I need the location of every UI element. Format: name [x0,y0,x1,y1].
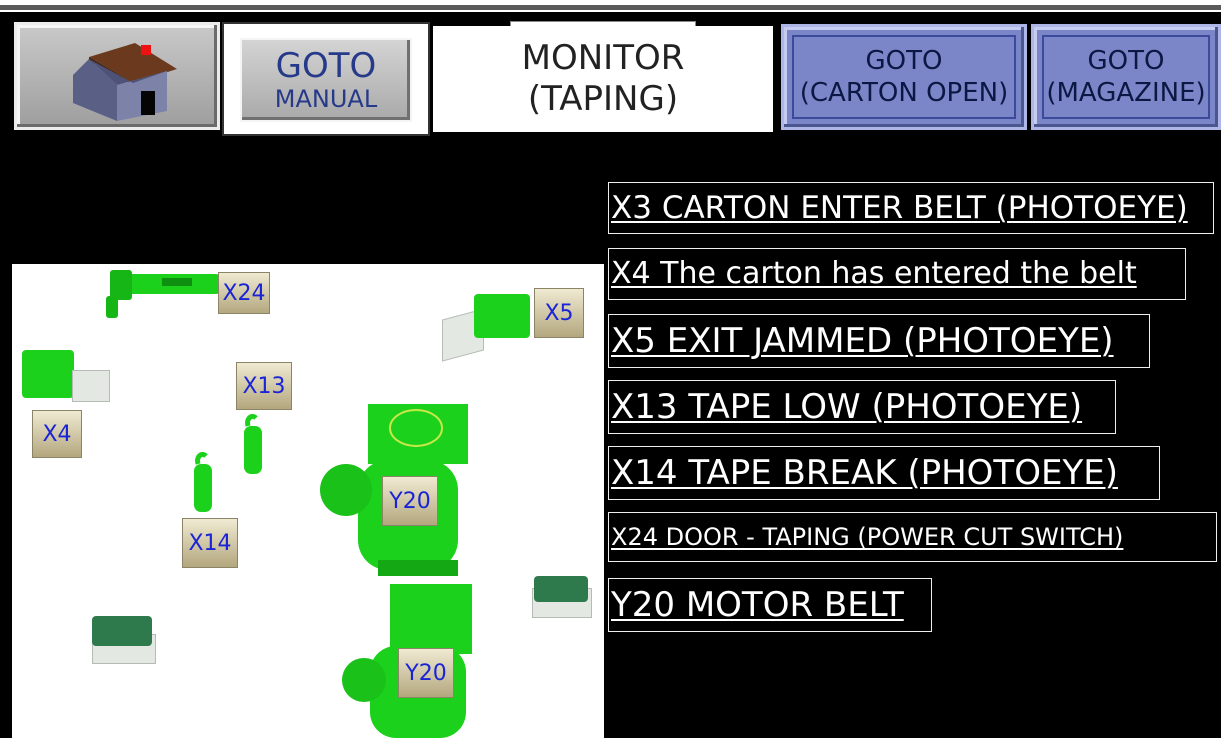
sensor-x14 [194,452,212,512]
tag-x24: X24 [218,272,270,314]
top-strip [0,0,1221,12]
tag-x5: X5 [534,288,584,338]
button-frame [1042,35,1210,119]
tag-y20-top: Y20 [382,476,438,526]
goto-manual-button[interactable]: GOTO MANUAL [222,22,430,136]
page-title: MONITOR (TAPING) [433,26,773,132]
goto-carton-open-button[interactable]: GOTO (CARTON OPEN) [781,24,1027,130]
machine-diagram: X24 X5 X4 X13 X14 Y20 Y20 [12,264,604,738]
goto-manual-line2: MANUAL [274,85,378,113]
sensor-bottom-left [92,616,152,646]
goto-magazine-button[interactable]: GOTO (MAGAZINE) [1031,24,1221,130]
io-row-y20[interactable]: Y20 MOTOR BELT [608,578,932,632]
goto-manual-line1: GOTO [275,46,377,86]
tag-x13: X13 [236,362,292,410]
io-row-x13[interactable]: X13 TAPE LOW (PHOTOEYE) [608,380,1116,434]
page-title-line1: MONITOR [521,38,685,79]
top-rule [0,5,1221,10]
sensor-x5 [474,294,530,338]
house-icon [73,43,177,121]
sensor-x4 [22,350,74,398]
sensor-x13 [244,414,262,474]
goto-manual-face: GOTO MANUAL [240,38,412,122]
tag-x4: X4 [32,410,82,458]
io-row-x24[interactable]: X24 DOOR - TAPING (POWER CUT SWITCH) [608,512,1217,562]
tag-x14: X14 [182,518,238,568]
io-row-x4[interactable]: X4 The carton has entered the belt [608,248,1186,300]
page-title-line2: (TAPING) [527,79,679,119]
io-row-x3[interactable]: X3 CARTON ENTER BELT (PHOTOEYE) [608,182,1214,234]
io-row-x5[interactable]: X5 EXIT JAMMED (PHOTOEYE) [608,314,1150,368]
door-switch-x24 [106,270,220,318]
button-frame [792,35,1016,119]
io-row-x14[interactable]: X14 TAPE BREAK (PHOTOEYE) [608,446,1160,500]
tag-y20-bottom: Y20 [398,648,454,698]
home-button[interactable] [14,22,220,130]
sensor-bottom-right [534,576,588,602]
sensor-bracket [72,370,110,402]
